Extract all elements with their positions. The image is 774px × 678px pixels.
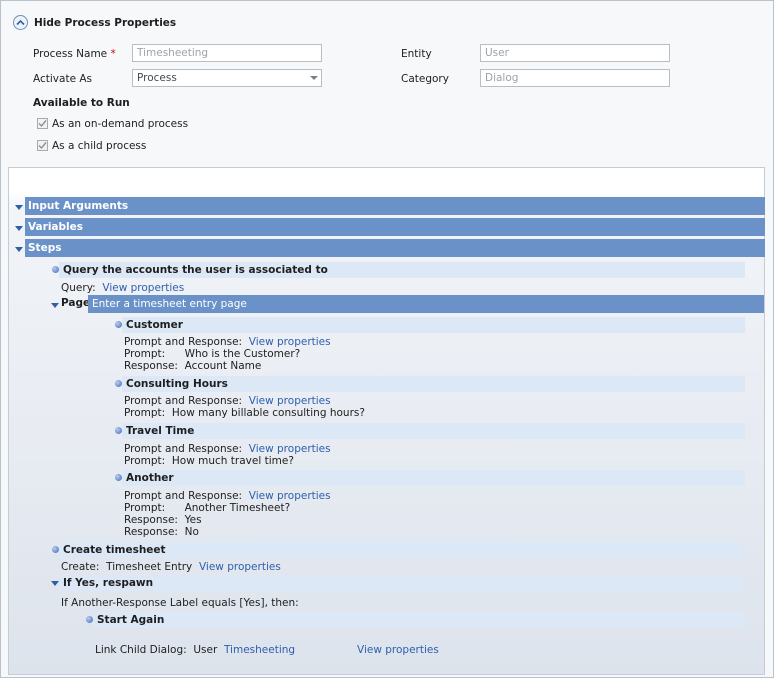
expand-triangle-icon[interactable] [51, 581, 59, 586]
category-label: Category [401, 73, 449, 85]
travel-prompt-response-line: Prompt and Response: View properties [124, 443, 331, 455]
process-name-label-text: Process Name [33, 48, 108, 60]
customer-prompt-text: Who is the Customer? [184, 348, 301, 360]
customer-response-line: Response: Account Name [124, 360, 261, 372]
on-demand-checkbox[interactable] [37, 118, 48, 129]
steps-panel: Input Arguments Variables Steps Query th… [8, 167, 765, 675]
expand-triangle-icon[interactable] [15, 226, 23, 231]
create-label: Create: [61, 561, 100, 573]
step-bullet-icon [115, 427, 122, 434]
activate-as-value: Process [137, 72, 177, 84]
link-child-dialog-link[interactable]: Timesheeting [224, 644, 295, 656]
create-view-properties-link[interactable]: View properties [199, 561, 281, 573]
step-bullet-icon [52, 546, 59, 553]
travel-prompt-text: How much travel time? [171, 455, 294, 467]
another-response-yes: Yes [184, 514, 202, 526]
condition-text: If Another-Response Label equals [Yes], … [61, 597, 299, 609]
category-input[interactable]: Dialog [480, 69, 670, 87]
prompt-travel-time[interactable]: Travel Time [122, 423, 745, 439]
prompt-another[interactable]: Another [122, 470, 745, 486]
another-prompt-text: Another Timesheet? [184, 502, 291, 514]
required-marker: * [110, 48, 116, 60]
consulting-prompt-text: How many billable consulting hours? [171, 407, 365, 419]
section-input-arguments[interactable]: Input Arguments [25, 197, 765, 215]
entity-input[interactable]: User [480, 44, 670, 62]
prompt-response-label: Prompt and Response: [124, 336, 243, 348]
step-bullet-icon [115, 474, 122, 481]
prompt-consulting-hours[interactable]: Consulting Hours [122, 376, 745, 392]
another-view-properties-link[interactable]: View properties [249, 490, 331, 502]
link-child-view-properties-link[interactable]: View properties [357, 644, 439, 656]
expand-triangle-icon[interactable] [15, 247, 23, 252]
step-query-accounts[interactable]: Query the accounts the user is associate… [59, 262, 745, 278]
travel-view-properties-link[interactable]: View properties [249, 443, 331, 455]
collapse-up-icon[interactable] [13, 15, 28, 30]
customer-prompt-line: Prompt: Who is the Customer? [124, 348, 300, 360]
checkmark-icon [38, 120, 47, 128]
create-entity-value: Timesheet Entry [106, 561, 193, 573]
query-line: Query: View properties [61, 282, 184, 294]
expand-triangle-icon[interactable] [15, 205, 23, 210]
step-page-timesheet-entry[interactable]: Enter a timesheet entry page [88, 295, 764, 313]
entity-label: Entity [401, 48, 432, 60]
process-editor-window: Hide Process Properties Process Name * T… [0, 0, 774, 678]
prompt-label: Prompt: [124, 502, 166, 514]
child-process-checkbox[interactable] [37, 140, 48, 151]
customer-response-text: Account Name [184, 360, 262, 372]
another-response-no-line: Response: No [124, 526, 199, 538]
response-label: Response: [124, 360, 178, 372]
consulting-prompt-line: Prompt: How many billable consulting hou… [124, 407, 365, 419]
prompt-response-label: Prompt and Response: [124, 490, 243, 502]
prompt-response-label: Prompt and Response: [124, 443, 243, 455]
link-child-label: Link Child Dialog: [95, 644, 187, 656]
step-bullet-icon [52, 266, 59, 273]
process-name-label: Process Name * [33, 48, 116, 60]
prompt-response-label: Prompt and Response: [124, 395, 243, 407]
section-steps[interactable]: Steps [25, 239, 765, 257]
prompt-label: Prompt: [124, 348, 166, 360]
step-start-again[interactable]: Start Again [93, 612, 745, 628]
step-bullet-icon [115, 321, 122, 328]
another-response-yes-line: Response: Yes [124, 514, 202, 526]
activate-as-select[interactable]: Process [132, 69, 322, 87]
customer-view-properties-link[interactable]: View properties [249, 336, 331, 348]
create-line: Create: Timesheet Entry View properties [61, 561, 281, 573]
consulting-view-properties-link[interactable]: View properties [249, 395, 331, 407]
available-to-run-heading: Available to Run [33, 97, 130, 109]
chevron-down-icon [310, 76, 318, 80]
prompt-customer[interactable]: Customer [122, 317, 745, 333]
another-prompt-line: Prompt: Another Timesheet? [124, 502, 290, 514]
response-label: Response: [124, 514, 178, 526]
query-label: Query: [61, 282, 96, 294]
consulting-prompt-response-line: Prompt and Response: View properties [124, 395, 331, 407]
another-prompt-response-line: Prompt and Response: View properties [124, 490, 331, 502]
prompt-label: Prompt: [124, 455, 166, 467]
link-child-entity: User [193, 644, 218, 656]
step-bullet-icon [86, 616, 93, 623]
another-response-no: No [184, 526, 199, 538]
expand-triangle-icon[interactable] [51, 303, 59, 308]
activate-as-label: Activate As [33, 73, 93, 85]
checkmark-icon [38, 142, 47, 150]
step-if-yes-respawn[interactable]: If Yes, respawn [59, 575, 745, 591]
step-create-timesheet[interactable]: Create timesheet [59, 542, 745, 558]
process-name-input[interactable]: Timesheeting [132, 44, 322, 62]
section-variables[interactable]: Variables [25, 218, 765, 236]
child-process-label: As a child process [52, 140, 147, 152]
response-label: Response: [124, 526, 178, 538]
hide-process-properties-link[interactable]: Hide Process Properties [34, 17, 176, 29]
travel-prompt-line: Prompt: How much travel time? [124, 455, 294, 467]
step-bullet-icon [115, 380, 122, 387]
prompt-label: Prompt: [124, 407, 166, 419]
customer-prompt-response-line: Prompt and Response: View properties [124, 336, 331, 348]
link-child-dialog-line: Link Child Dialog: User Timesheeting [95, 644, 295, 656]
on-demand-label: As an on-demand process [52, 118, 189, 130]
query-view-properties-link[interactable]: View properties [102, 282, 184, 294]
